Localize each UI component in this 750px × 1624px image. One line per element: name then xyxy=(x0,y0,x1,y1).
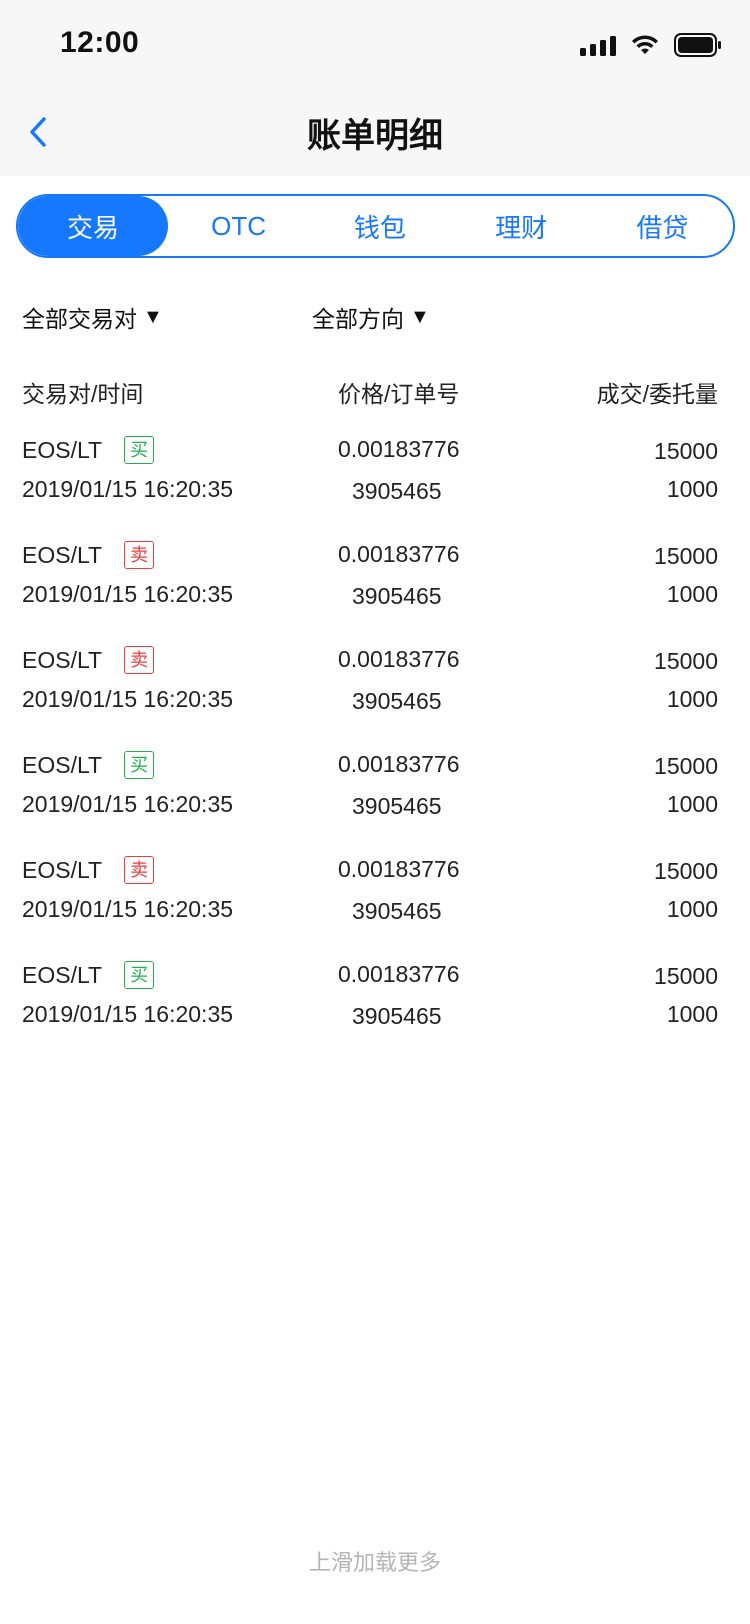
row-pair-cell: EOS/LT 买 xyxy=(22,436,155,464)
tab-trade[interactable]: 交易 xyxy=(18,196,168,256)
order-amount: 1000 xyxy=(666,791,718,817)
order-number: 3905465 xyxy=(352,583,442,609)
side-badge: 卖 xyxy=(124,541,155,569)
pair-text: EOS/LT xyxy=(22,436,103,463)
price: 0.00183776 xyxy=(338,751,460,777)
trade-time: 2019/01/15 16:20:35 xyxy=(22,686,234,712)
trade-time: 2019/01/15 16:20:35 xyxy=(22,1001,234,1027)
table-row[interactable]: EOS/LT 买 2019/01/15 16:20:35 0.00183776 … xyxy=(0,432,750,537)
header-pair-time: 交易对/时间 xyxy=(22,381,144,407)
row-pair-cell: EOS/LT 卖 xyxy=(22,646,155,674)
price: 0.00183776 xyxy=(338,961,460,987)
header-area: 12:00 账单明细 xyxy=(0,0,750,176)
order-amount: 1000 xyxy=(666,1001,718,1027)
status-time: 12:00 xyxy=(60,26,140,59)
pair-text: EOS/LT xyxy=(22,751,103,778)
tab-otc[interactable]: OTC xyxy=(168,196,309,256)
wifi-icon xyxy=(630,34,660,56)
tab-finance[interactable]: 理财 xyxy=(451,196,592,256)
tab-wallet[interactable]: 钱包 xyxy=(309,196,450,256)
filled-amount: 15000 xyxy=(654,648,718,674)
bill-details-page: 12:00 账单明细 交易 OTC 钱包 理财 借贷 全部交易对 ▼ 全部方向 … xyxy=(0,0,750,1624)
table-row[interactable]: EOS/LT 卖 2019/01/15 16:20:35 0.00183776 … xyxy=(0,642,750,747)
side-badge: 卖 xyxy=(124,646,155,674)
row-pair-cell: EOS/LT 买 xyxy=(22,961,155,989)
header-price-order: 价格/订单号 xyxy=(338,381,460,407)
side-badge: 买 xyxy=(124,436,155,464)
order-amount: 1000 xyxy=(666,581,718,607)
order-number: 3905465 xyxy=(352,898,442,924)
trade-time: 2019/01/15 16:20:35 xyxy=(22,791,234,817)
pair-filter-label: 全部交易对 xyxy=(22,306,137,332)
pair-text: EOS/LT xyxy=(22,856,103,883)
filled-amount: 15000 xyxy=(654,963,718,989)
table-row[interactable]: EOS/LT 买 2019/01/15 16:20:35 0.00183776 … xyxy=(0,747,750,852)
status-icons xyxy=(580,30,722,60)
load-more-hint: 上滑加载更多 xyxy=(308,1550,441,1575)
row-pair-cell: EOS/LT 卖 xyxy=(22,856,155,884)
side-badge: 卖 xyxy=(124,856,155,884)
price: 0.00183776 xyxy=(338,856,460,882)
filled-amount: 15000 xyxy=(654,858,718,884)
cellular-signal-icon xyxy=(580,34,616,56)
order-number: 3905465 xyxy=(352,688,442,714)
price: 0.00183776 xyxy=(338,541,460,567)
side-badge: 买 xyxy=(124,751,155,779)
direction-filter-label: 全部方向 xyxy=(312,306,404,332)
pair-text: EOS/LT xyxy=(22,541,103,568)
pair-text: EOS/LT xyxy=(22,646,103,673)
direction-filter-dropdown[interactable]: 全部方向 ▼ xyxy=(312,300,430,334)
price: 0.00183776 xyxy=(338,436,460,462)
category-tabs: 交易 OTC 钱包 理财 借贷 xyxy=(16,194,735,258)
order-number: 3905465 xyxy=(352,1003,442,1029)
table-header: 交易对/时间 价格/订单号 成交/委托量 xyxy=(0,375,750,411)
bill-list: EOS/LT 买 2019/01/15 16:20:35 0.00183776 … xyxy=(0,432,750,1062)
trade-time: 2019/01/15 16:20:35 xyxy=(22,476,234,502)
trade-time: 2019/01/15 16:20:35 xyxy=(22,896,234,922)
order-number: 3905465 xyxy=(352,793,442,819)
filled-amount: 15000 xyxy=(654,543,718,569)
header-filled-total: 成交/委托量 xyxy=(596,381,718,407)
tab-loan[interactable]: 借贷 xyxy=(592,196,733,256)
order-amount: 1000 xyxy=(666,686,718,712)
table-row[interactable]: EOS/LT 买 2019/01/15 16:20:35 0.00183776 … xyxy=(0,957,750,1062)
trade-time: 2019/01/15 16:20:35 xyxy=(22,581,234,607)
order-amount: 1000 xyxy=(666,896,718,922)
pair-filter-dropdown[interactable]: 全部交易对 ▼ xyxy=(22,300,163,334)
pair-text: EOS/LT xyxy=(22,961,103,988)
filled-amount: 15000 xyxy=(654,438,718,464)
table-row[interactable]: EOS/LT 卖 2019/01/15 16:20:35 0.00183776 … xyxy=(0,852,750,957)
row-pair-cell: EOS/LT 卖 xyxy=(22,541,155,569)
price: 0.00183776 xyxy=(338,646,460,672)
order-amount: 1000 xyxy=(666,476,718,502)
row-pair-cell: EOS/LT 买 xyxy=(22,751,155,779)
side-badge: 买 xyxy=(124,961,155,989)
order-number: 3905465 xyxy=(352,478,442,504)
battery-icon xyxy=(674,33,722,57)
page-title: 账单明细 xyxy=(307,117,443,155)
caret-down-icon: ▼ xyxy=(410,305,430,328)
table-row[interactable]: EOS/LT 卖 2019/01/15 16:20:35 0.00183776 … xyxy=(0,537,750,642)
caret-down-icon: ▼ xyxy=(143,305,163,328)
filled-amount: 15000 xyxy=(654,753,718,779)
